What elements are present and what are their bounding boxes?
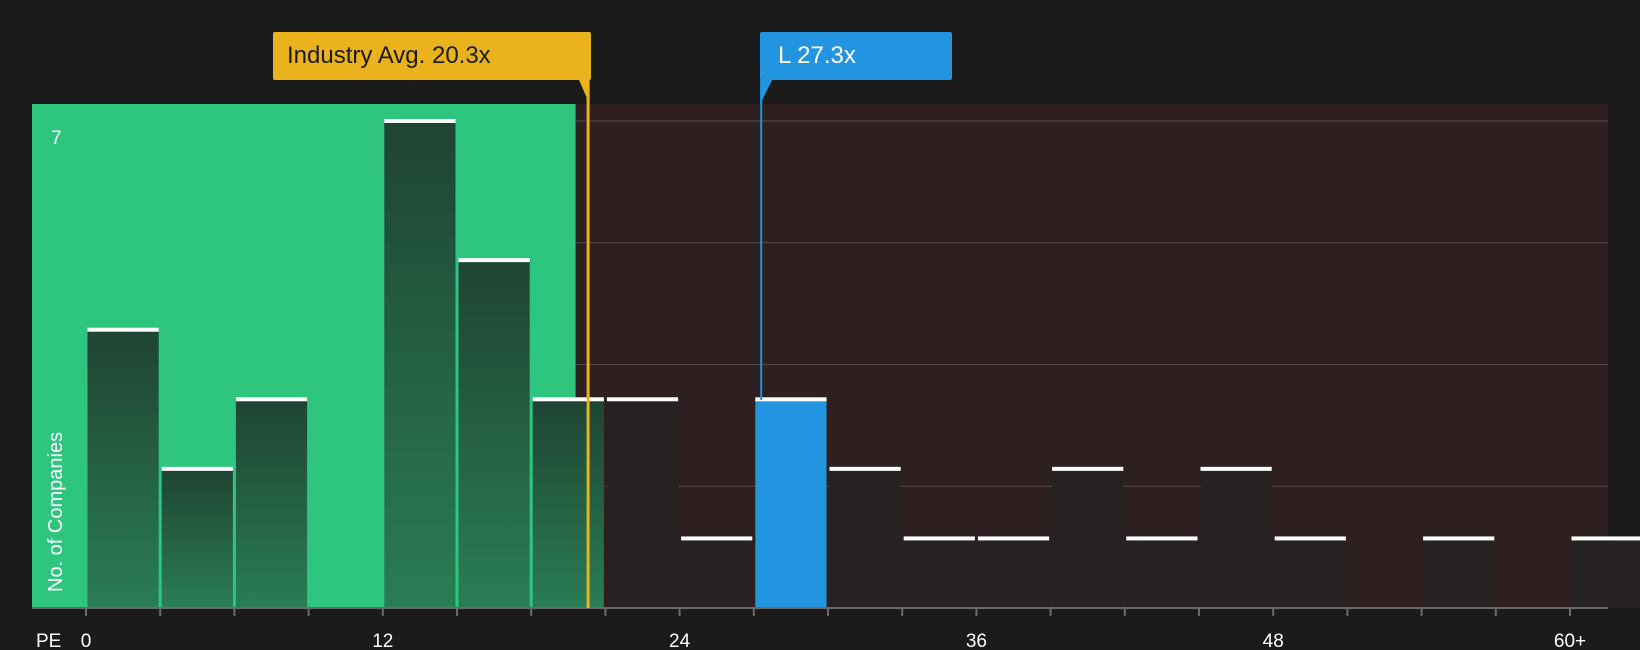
histogram-bar bbox=[384, 121, 456, 608]
y-axis-top-tick-label: 7 bbox=[51, 128, 62, 149]
x-tick-label: 0 bbox=[81, 631, 92, 650]
x-axis: 0 12 24 36 48 60+ bbox=[32, 607, 1608, 650]
x-axis-label: PE bbox=[36, 631, 61, 650]
x-tick-label: 12 bbox=[372, 631, 393, 650]
x-tick-label: 36 bbox=[966, 631, 987, 650]
histogram-bar bbox=[1423, 538, 1495, 608]
bar-cap bbox=[1274, 536, 1346, 541]
bar-cap bbox=[606, 397, 679, 402]
histogram-bar bbox=[755, 399, 827, 608]
histogram-bar bbox=[235, 399, 308, 608]
histogram-bar bbox=[532, 399, 604, 608]
bar-cap bbox=[532, 397, 604, 402]
histogram-bar bbox=[458, 260, 530, 608]
industry-average-callout: Industry Avg. 20.3x bbox=[273, 32, 591, 80]
histogram-bar bbox=[829, 468, 901, 608]
histogram-bar bbox=[1571, 538, 1640, 608]
histogram-bar bbox=[161, 468, 233, 608]
histogram-bar bbox=[681, 538, 753, 608]
company-pe-callout: L 27.3x bbox=[760, 32, 952, 80]
bar-cap bbox=[1423, 536, 1495, 541]
bar-cap bbox=[829, 466, 901, 471]
histogram-bar bbox=[977, 538, 1050, 608]
bar-cap bbox=[87, 327, 159, 332]
histogram-bar bbox=[606, 399, 679, 608]
bar-cap bbox=[458, 258, 530, 263]
bar-cap bbox=[161, 466, 233, 471]
histogram-bar bbox=[87, 329, 159, 608]
bar-cap bbox=[681, 536, 753, 541]
histogram-bar bbox=[903, 538, 975, 608]
y-axis-label: No. of Companies bbox=[45, 432, 67, 592]
bar-cap bbox=[1200, 466, 1272, 471]
pe-distribution-chart: 0 12 24 36 48 60+ 7 No. of Companies PE bbox=[32, 78, 1640, 650]
bar-cap bbox=[235, 397, 308, 402]
x-tick-label: 60+ bbox=[1554, 631, 1586, 650]
histogram-bar bbox=[1052, 468, 1124, 608]
histogram-bar bbox=[1200, 468, 1272, 608]
industry-callout-pointer bbox=[578, 78, 590, 104]
histogram-bar bbox=[1126, 538, 1198, 608]
bar-cap bbox=[755, 397, 827, 402]
bar-cap bbox=[1126, 536, 1198, 541]
bar-cap bbox=[903, 536, 975, 541]
bar-cap bbox=[977, 536, 1050, 541]
x-tick-label: 24 bbox=[669, 631, 691, 650]
x-tick-label: 48 bbox=[1263, 631, 1284, 650]
bar-cap bbox=[1052, 466, 1124, 471]
histogram-bar bbox=[1274, 538, 1346, 608]
bar-cap bbox=[1571, 536, 1640, 541]
bar-cap bbox=[384, 119, 456, 123]
